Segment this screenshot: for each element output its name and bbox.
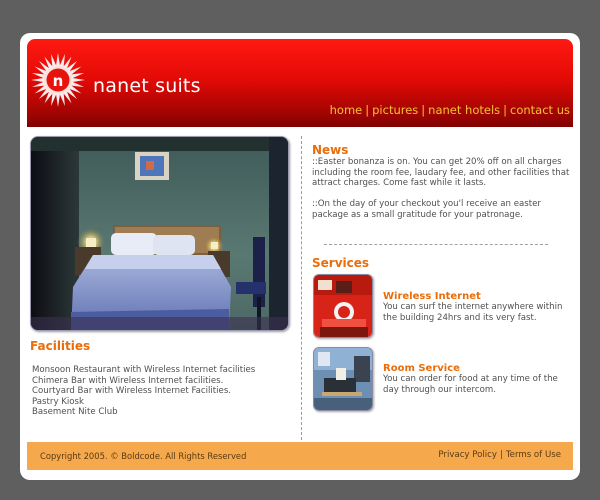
service-description: You can surf the internet anywhere withi… <box>383 302 563 323</box>
privacy-policy-link[interactable]: Privacy Policy <box>438 450 497 460</box>
list-item: Courtyard Bar with Wireless Internet Fac… <box>32 386 232 396</box>
list-item: Basement Nite Club <box>32 407 118 417</box>
news-title: News <box>312 143 349 157</box>
room-service-thumbnail[interactable] <box>313 347 373 411</box>
news-paragraph: ::On the day of your checkout you'l rece… <box>312 199 541 220</box>
section-divider <box>324 244 548 245</box>
nav-separator: | <box>421 103 426 117</box>
services-title: Services <box>312 256 370 270</box>
terms-of-use-link[interactable]: Terms of Use <box>506 450 561 460</box>
list-item: Pastry Kiosk <box>32 396 84 407</box>
top-navigation: home | pictures | nanet hotels | contact us <box>330 103 570 117</box>
copyright-text: Copyright 2005. © Boldcode. All Rights R… <box>40 451 247 461</box>
nav-separator: | <box>365 103 370 117</box>
facilities-title: Facilities <box>30 339 91 353</box>
service-title-room-service[interactable]: Room Service <box>383 363 460 374</box>
list-item: Chimera Bar with Wireless Internet facil… <box>32 375 224 386</box>
footer-links: Privacy Policy | Terms of Use <box>438 450 561 460</box>
site-footer: Copyright 2005. © Boldcode. All Rights R… <box>27 442 573 470</box>
service-description: You can order for food at any time of th… <box>383 374 558 395</box>
service-title-wireless-internet[interactable]: Wireless Internet <box>383 291 481 302</box>
list-item: Monsoon Restaurant with Wireless Interne… <box>32 365 256 375</box>
footer-separator: | <box>499 450 503 460</box>
facilities-list: Monsoon Restaurant with Wireless Interne… <box>32 365 290 418</box>
news-content: ::Easter bonanza is on. You can get 20% … <box>312 157 574 231</box>
nav-link-contact-us[interactable]: contact us <box>510 103 570 117</box>
site-title: nanet suits <box>93 75 201 97</box>
wireless-internet-thumbnail[interactable] <box>313 274 373 338</box>
column-divider <box>301 136 302 440</box>
nav-separator: | <box>503 103 508 117</box>
site-header: n nanet suits home | pictures | nanet hotels… <box>27 39 573 127</box>
page-container: n nanet suits home | pictures | nanet hotels… <box>20 33 580 480</box>
sunburst-logo-icon[interactable]: n <box>30 52 86 108</box>
nav-link-home[interactable]: home <box>330 103 363 117</box>
nav-link-nanet-hotels[interactable]: nanet hotels <box>428 103 500 117</box>
logo-letter: n <box>53 72 64 90</box>
nav-link-pictures[interactable]: pictures <box>372 103 418 117</box>
hotel-room-photo <box>30 136 289 331</box>
news-paragraph: ::Easter bonanza is on. You can get 20% … <box>312 157 570 188</box>
